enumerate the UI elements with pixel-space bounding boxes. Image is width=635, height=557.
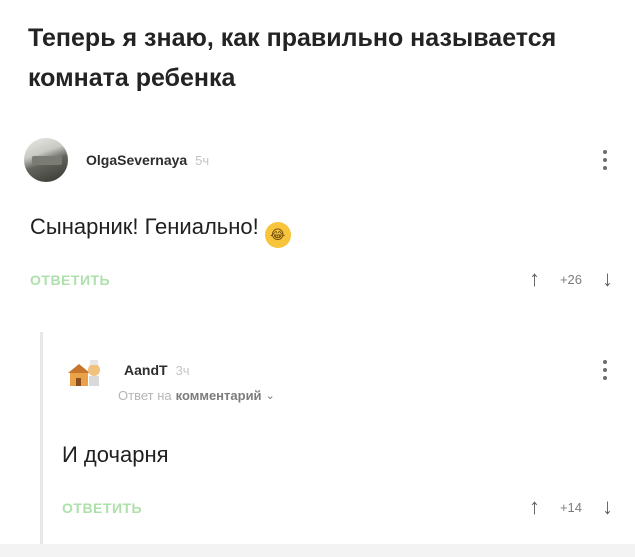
reply-button[interactable]: ОТВЕТИТЬ	[62, 500, 142, 516]
rating-controls: ↑ +14 ↓	[529, 496, 613, 518]
laughing-emoji-icon: 😂	[264, 222, 291, 248]
more-vertical-icon[interactable]	[603, 150, 607, 170]
comment-time: 3ч	[175, 362, 190, 378]
comment-time: 5ч	[195, 152, 210, 168]
comment-text: И дочарня	[62, 442, 169, 467]
reply-to-prefix: Ответ на	[118, 388, 172, 403]
reply-to-link[interactable]: Ответ на комментарий ⌄	[118, 388, 275, 403]
arrow-down-icon[interactable]: ↓	[602, 496, 613, 518]
post-title: Теперь я знаю, как правильно называется …	[28, 24, 557, 92]
arrow-up-icon[interactable]: ↑	[529, 268, 540, 290]
user-avatar[interactable]	[24, 138, 68, 182]
comment-header: OlgaSevernaya 5ч	[24, 138, 209, 182]
comment-author[interactable]: AandT	[124, 362, 168, 378]
comment-author[interactable]: OlgaSevernaya	[86, 152, 187, 168]
arrow-down-icon[interactable]: ↓	[602, 268, 613, 290]
chevron-down-icon: ⌄	[265, 390, 275, 402]
comment-text: Сынарник! Гениально! 😂	[30, 214, 291, 248]
rating-controls: ↑ +26 ↓	[529, 268, 613, 290]
more-vertical-icon[interactable]	[603, 360, 607, 380]
user-avatar[interactable]	[62, 348, 106, 392]
reply-button[interactable]: ОТВЕТИТЬ	[30, 272, 110, 288]
comment-text-content: Сынарник! Гениально!	[30, 214, 259, 239]
comment-header: AandT 3ч	[62, 348, 190, 392]
reply-thread-line[interactable]	[40, 332, 43, 552]
rating-value: +14	[559, 499, 582, 515]
reply-to-target: комментарий	[175, 388, 262, 403]
bottom-divider	[0, 544, 635, 557]
avatar-illustration	[68, 360, 100, 386]
rating-value: +26	[559, 271, 582, 287]
arrow-up-icon[interactable]: ↑	[529, 496, 540, 518]
